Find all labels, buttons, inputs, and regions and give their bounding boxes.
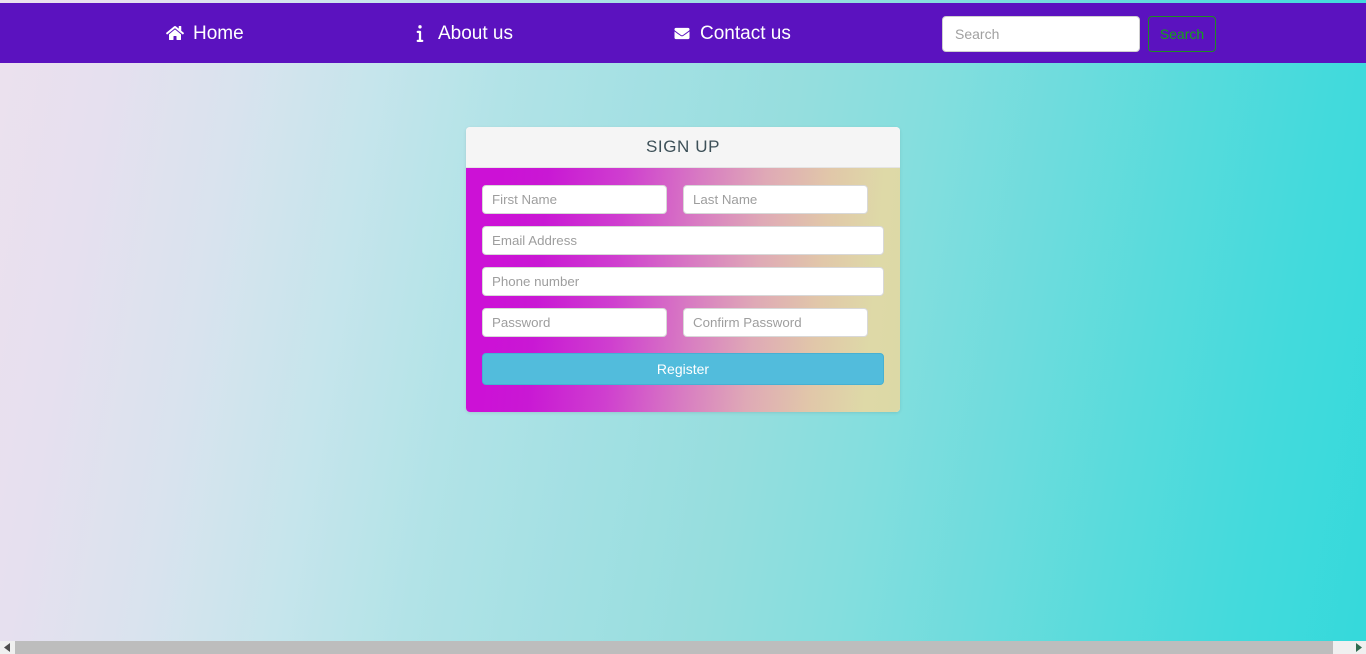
horizontal-scrollbar[interactable] (0, 641, 1366, 654)
navbar-search-form: Search (942, 16, 1216, 52)
envelope-icon (673, 24, 691, 42)
password-input[interactable] (482, 308, 667, 337)
top-navbar: Home About us Contact us Search (0, 3, 1366, 63)
phone-field-row (482, 267, 884, 296)
page-title: SIGN UP (645, 137, 721, 156)
signup-card-header: SIGN UP (466, 127, 900, 168)
scroll-right-arrow-icon[interactable] (1351, 641, 1366, 654)
password-field-row (482, 308, 884, 337)
nav-item-home[interactable]: Home (166, 3, 244, 63)
last-name-input[interactable] (683, 185, 868, 214)
register-button[interactable]: Register (482, 353, 884, 385)
name-field-row (482, 185, 884, 214)
email-input[interactable] (482, 226, 884, 255)
search-button[interactable]: Search (1148, 16, 1216, 52)
info-icon (411, 24, 429, 42)
search-input[interactable] (942, 16, 1140, 52)
email-field-row (482, 226, 884, 255)
nav-item-home-label: Home (193, 22, 244, 44)
signup-form: Register (466, 168, 900, 412)
submit-row: Register (482, 349, 884, 385)
horizontal-scrollbar-thumb[interactable] (15, 641, 1333, 654)
page-root: Home About us Contact us Search Search S… (0, 0, 1366, 641)
signup-card: SIGN UP Register (466, 127, 900, 412)
nav-item-contact-us[interactable]: Contact us (673, 3, 791, 63)
nav-item-about-us[interactable]: About us (411, 3, 513, 63)
home-icon (166, 24, 184, 42)
nav-item-about-us-label: About us (438, 22, 513, 44)
first-name-input[interactable] (482, 185, 667, 214)
confirm-password-input[interactable] (683, 308, 868, 337)
horizontal-scrollbar-track[interactable] (15, 641, 1351, 654)
nav-item-contact-us-label: Contact us (700, 22, 791, 44)
phone-number-input[interactable] (482, 267, 884, 296)
scroll-left-arrow-icon[interactable] (0, 641, 15, 654)
